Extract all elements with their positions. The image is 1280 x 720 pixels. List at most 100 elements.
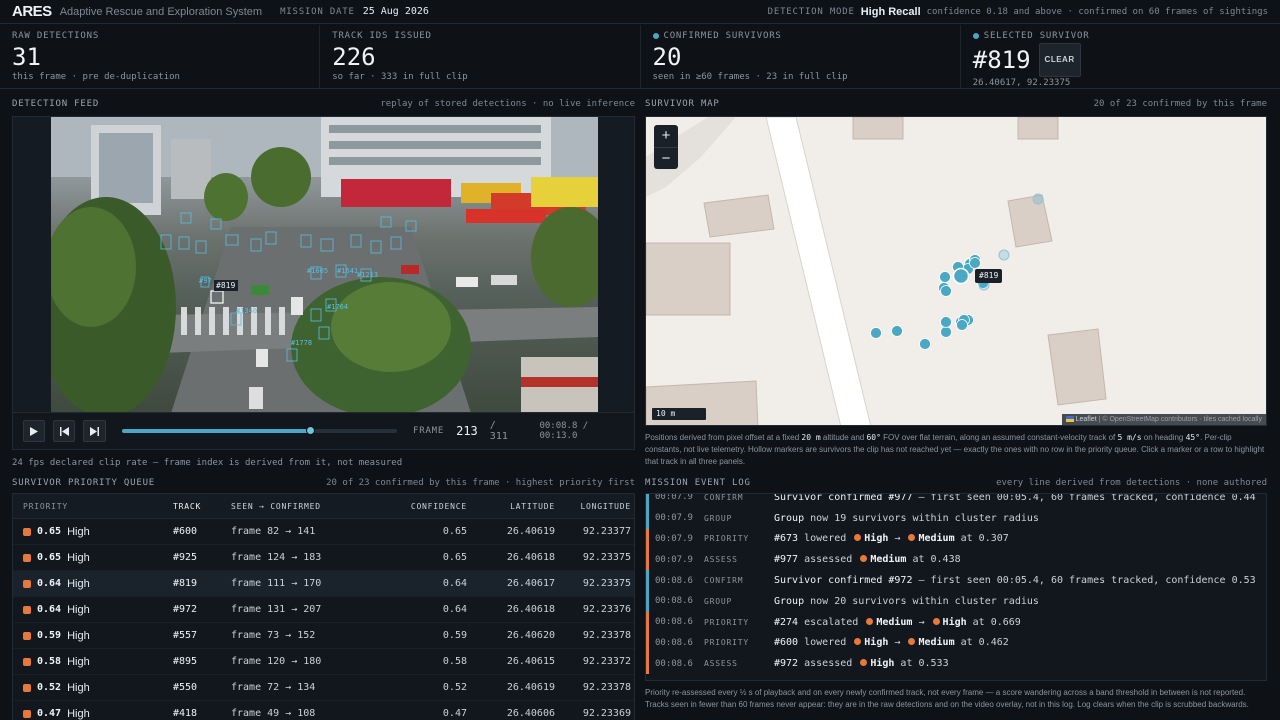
table-row[interactable]: 0.52 High #550 frame 72 → 134 0.52 26.40619 92… bbox=[13, 675, 634, 701]
log-entry[interactable]: 00:07.9 ASSESS #977 assessed Medium at 0.4… bbox=[646, 549, 1266, 571]
table-body: 0.65 High #600 frame 82 → 141 0.65 26.40619 92… bbox=[13, 519, 634, 720]
scrub-handle[interactable] bbox=[306, 426, 316, 435]
log-group: Group bbox=[774, 595, 805, 607]
log-time: 00:07.9 bbox=[655, 554, 693, 565]
col-track[interactable]: TRACK bbox=[173, 502, 231, 511]
log-level: High bbox=[864, 637, 889, 649]
seen-cell: frame 120 → 180 bbox=[231, 656, 322, 667]
zoom-in-button[interactable]: + bbox=[654, 125, 678, 148]
priority-score: 0.64 bbox=[37, 604, 62, 615]
pending-survivor-marker[interactable] bbox=[1032, 193, 1044, 205]
col-priority[interactable]: PRIORITY bbox=[13, 502, 173, 511]
log-time: 00:07.9 bbox=[655, 493, 693, 503]
log-message: #274 escalated Medium → High at 0.669 bbox=[774, 617, 1266, 628]
stat-label: TRACK IDS ISSUED bbox=[332, 31, 432, 41]
table-row[interactable]: 0.59 High #557 frame 73 → 152 0.59 26.40620 92… bbox=[13, 623, 634, 649]
log-arrow: → bbox=[918, 616, 925, 628]
priority-square-icon bbox=[23, 657, 31, 666]
log-entry[interactable]: 00:08.6 PRIORITY #600 lowered High → Mediu… bbox=[646, 632, 1266, 654]
log-message: #673 lowered High → Medium at 0.307 bbox=[774, 533, 1266, 544]
log-message: #972 assessed High at 0.533 bbox=[774, 658, 1266, 669]
survivor-marker[interactable] bbox=[940, 285, 952, 297]
log-text: assessed bbox=[798, 554, 859, 566]
frame-total: / 311 bbox=[489, 420, 508, 442]
desc-text: altitude and bbox=[820, 433, 867, 442]
log-entry[interactable]: 00:07.9 CONFIRM Survivor confirmed #977 — … bbox=[646, 493, 1266, 508]
table-row[interactable]: 0.65 High #600 frame 82 → 141 0.65 26.40619 92… bbox=[13, 519, 634, 545]
stats-strip: RAW DETECTIONS 31 this frame · pre de-du… bbox=[0, 25, 1280, 89]
survivor-marker[interactable] bbox=[969, 257, 981, 269]
col-latitude[interactable]: LATITUDE bbox=[467, 502, 555, 511]
log-entry[interactable]: 00:08.6 GROUP Group now 20 survivors withi… bbox=[646, 590, 1266, 612]
priority-score: 0.65 bbox=[37, 552, 62, 563]
survivor-marker[interactable] bbox=[940, 316, 952, 328]
map-attribution: Leaflet | © OpenStreetMap contributors ·… bbox=[1061, 414, 1266, 425]
log-message: Survivor confirmed #972 — first seen 00:… bbox=[774, 575, 1266, 586]
step-back-button[interactable] bbox=[53, 420, 76, 442]
event-log[interactable]: 00:07.9 CONFIRM Survivor confirmed #977 — … bbox=[645, 493, 1267, 681]
marker-layer[interactable] bbox=[646, 117, 1267, 426]
log-group: Group bbox=[774, 512, 805, 524]
log-text: lowered bbox=[798, 533, 853, 545]
confidence-cell: 0.65 bbox=[442, 526, 467, 537]
table-row[interactable]: 0.65 High #925 frame 124 → 183 0.65 26.40618 9… bbox=[13, 545, 634, 571]
section-title: SURVIVOR PRIORITY QUEUE bbox=[12, 478, 156, 488]
survivor-marker[interactable] bbox=[870, 327, 882, 339]
log-time: 00:08.6 bbox=[655, 596, 693, 607]
log-entry[interactable]: 00:08.6 ASSESS #972 assessed High at 0.533 bbox=[646, 653, 1266, 675]
video-frame[interactable]: #819 #1340 #1605 #1641 #1764 #1778 #1213… bbox=[51, 117, 598, 412]
survivor-marker[interactable] bbox=[940, 326, 952, 338]
longitude-cell: 92.23375 bbox=[582, 578, 631, 589]
priority-dot-icon bbox=[860, 555, 868, 563]
section-note: 20 of 23 confirmed by this frame bbox=[1093, 99, 1267, 109]
stat-label: CONFIRMED SURVIVORS bbox=[663, 31, 782, 41]
log-time: 00:07.9 bbox=[655, 533, 693, 544]
map-scale: 10 m bbox=[652, 408, 706, 420]
zoom-out-button[interactable]: − bbox=[654, 148, 678, 170]
clear-selection-button[interactable]: CLEAR bbox=[1038, 43, 1081, 77]
step-forward-button[interactable] bbox=[83, 420, 106, 442]
selected-survivor-marker[interactable] bbox=[952, 267, 970, 285]
latitude-cell: 26.40617 bbox=[506, 578, 555, 589]
priority-square-icon bbox=[23, 683, 31, 692]
col-seen[interactable]: SEEN → CONFIRMED bbox=[231, 502, 371, 511]
play-button[interactable] bbox=[23, 420, 46, 442]
log-level: Medium bbox=[876, 616, 913, 628]
mission-date-label: MISSION DATE bbox=[280, 6, 355, 17]
log-entry[interactable]: 00:07.9 GROUP Group now 19 survivors withi… bbox=[646, 507, 1266, 529]
survivor-marker[interactable] bbox=[939, 271, 951, 283]
accent-dot-icon bbox=[972, 33, 979, 39]
log-entry[interactable]: 00:08.6 CONFIRM Survivor confirmed #972 — … bbox=[646, 570, 1266, 591]
table-row[interactable]: 0.47 High #418 frame 49 → 108 0.47 26.40606 92… bbox=[13, 701, 634, 720]
scrub-slider[interactable] bbox=[121, 426, 398, 435]
survivor-marker[interactable] bbox=[919, 338, 931, 350]
track-cell: #972 bbox=[173, 604, 198, 615]
survivor-map[interactable]: #819 + − 10 m Leaflet | © OpenStreetMap … bbox=[645, 116, 1267, 426]
table-row[interactable]: 0.64 High #972 frame 131 → 207 0.64 26.40618 9… bbox=[13, 597, 634, 623]
detection-mode-value[interactable]: High Recall bbox=[861, 6, 921, 18]
log-track: #274 bbox=[774, 616, 799, 628]
log-entry[interactable]: 00:08.6 PRIORITY #274 escalated Medium → H… bbox=[646, 611, 1266, 633]
log-type-bar bbox=[646, 570, 649, 591]
latitude-cell: 26.40618 bbox=[506, 552, 555, 563]
play-icon bbox=[30, 426, 39, 436]
log-text: at 0.462 bbox=[954, 637, 1009, 649]
col-longitude[interactable]: LONGITUDE bbox=[555, 502, 631, 511]
priority-square-icon bbox=[23, 553, 31, 562]
pending-survivor-marker[interactable] bbox=[998, 249, 1010, 261]
detection-video[interactable]: #819 #1340 #1605 #1641 #1764 #1778 #1213… bbox=[12, 116, 635, 412]
priority-dot-icon bbox=[854, 638, 862, 646]
log-entry[interactable]: 00:07.9 PRIORITY #673 lowered High → Mediu… bbox=[646, 528, 1266, 550]
table-row[interactable]: 0.58 High #895 frame 120 → 180 0.58 26.40615 9… bbox=[13, 649, 634, 675]
priority-level: High bbox=[67, 681, 90, 694]
confidence-cell: 0.59 bbox=[442, 630, 467, 641]
table-row[interactable]: 0.64 High #819 frame 111 → 170 0.64 26.40617 9… bbox=[13, 571, 634, 597]
stat-selected-survivor: SELECTED SURVIVOR #819 CLEAR 26.40617, 92… bbox=[961, 25, 1280, 88]
leaflet-link[interactable]: Leaflet bbox=[1076, 416, 1097, 423]
col-confidence[interactable]: CONFIDENCE bbox=[371, 502, 467, 511]
survivor-marker[interactable] bbox=[891, 325, 903, 337]
survivor-marker[interactable] bbox=[956, 319, 968, 331]
scrub-progress bbox=[121, 429, 311, 433]
log-text: at 0.307 bbox=[954, 533, 1009, 545]
stat-track-ids: TRACK IDS ISSUED 226 so far · 333 in ful… bbox=[320, 25, 641, 88]
